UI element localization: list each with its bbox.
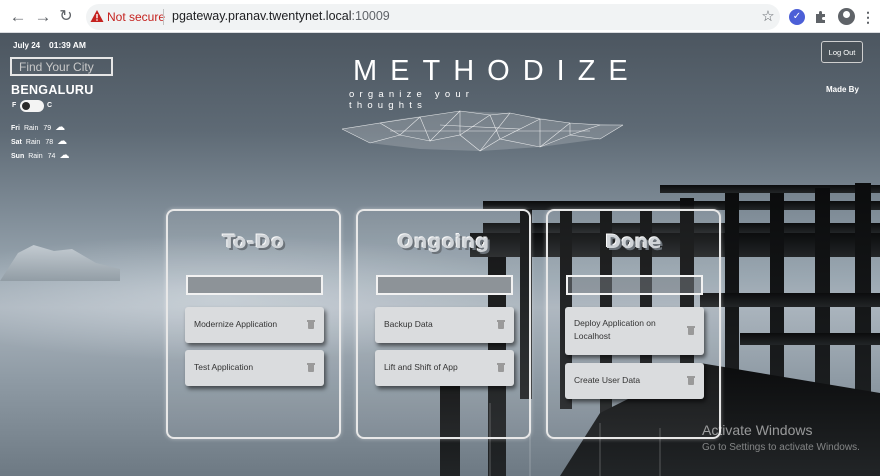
extension-icon[interactable]: ✓	[789, 9, 805, 25]
trash-icon[interactable]	[307, 363, 315, 372]
trash-icon[interactable]	[497, 363, 505, 372]
url-divider	[163, 9, 164, 25]
trash-icon[interactable]	[497, 320, 505, 329]
forecast-temp: 78	[45, 139, 54, 146]
unit-fahrenheit-label: F	[12, 102, 17, 109]
star-icon[interactable]: ☆	[758, 7, 778, 27]
rain-cloud-icon: ☁	[57, 136, 68, 147]
made-by-link[interactable]: Made By	[826, 85, 859, 94]
trash-icon[interactable]	[687, 326, 695, 335]
trash-icon[interactable]	[307, 320, 315, 329]
task-card[interactable]: Backup Data	[375, 307, 514, 343]
forecast-row-fri: Fri Rain 79 ☁	[11, 122, 66, 136]
temperature-unit-toggle[interactable]	[20, 100, 44, 112]
trash-icon[interactable]	[687, 376, 695, 385]
url-host: pgateway.pranav.twentynet.local	[172, 9, 352, 23]
forecast-day: Sun	[11, 153, 25, 160]
current-date: July 24	[13, 41, 41, 50]
puzzle-icon[interactable]	[814, 10, 828, 24]
done-column: Done Deploy Application on Localhost Cre…	[546, 209, 721, 439]
network-art-logo	[341, 110, 624, 152]
activate-windows-title: Activate Windows	[702, 422, 813, 438]
task-label: Modernize Application	[194, 319, 278, 329]
unit-celsius-label: C	[47, 102, 53, 109]
app-page: July 24 01:39 AM BENGALURU F C FriRain79…	[0, 33, 880, 476]
task-card[interactable]: Lift and Shift of App	[375, 350, 514, 386]
add-task-input[interactable]	[376, 275, 513, 295]
column-title: Done	[605, 231, 662, 253]
task-card[interactable]: Create User Data	[565, 363, 704, 399]
task-card[interactable]: Test Application	[185, 350, 324, 386]
forecast-day: Fri	[11, 125, 20, 132]
forecast-condition: Rain	[28, 153, 43, 160]
city-search-input[interactable]	[10, 57, 113, 76]
city-name: BENGALURU	[11, 83, 94, 97]
forward-arrow-icon[interactable]: →	[33, 7, 53, 27]
back-arrow-icon[interactable]: ←	[8, 7, 28, 27]
forecast-condition: Rain	[25, 139, 41, 146]
forecast-condition: Rain	[23, 125, 39, 132]
add-task-input[interactable]	[186, 275, 323, 295]
column-title: To-Do	[222, 231, 285, 253]
toggle-knob	[22, 102, 30, 110]
activate-windows-subtitle: Go to Settings to activate Windows.	[702, 442, 860, 453]
column-title: Ongoing	[397, 231, 490, 253]
forecast-temp: 74	[47, 153, 56, 160]
profile-icon[interactable]	[838, 8, 855, 25]
forecast-row-sat: Sat Rain 78 ☁	[11, 136, 68, 150]
reload-icon[interactable]: ↻	[56, 7, 76, 27]
task-label: Create User Data	[574, 375, 641, 385]
todo-column: To-Do Modernize Application Test Applica…	[166, 209, 341, 439]
ongoing-column: Ongoing Backup Data Lift and Shift of Ap…	[356, 209, 531, 439]
forecast-temp: 79	[43, 125, 52, 132]
url-text[interactable]: pgateway.pranav.twentynet.local:10009	[172, 9, 390, 23]
task-label: Deploy Application on Localhost	[574, 318, 656, 341]
forecast-day: Sat	[11, 139, 22, 146]
url-port: :10009	[351, 9, 390, 23]
add-task-input[interactable]	[566, 275, 703, 295]
task-card[interactable]: Deploy Application on Localhost	[565, 307, 704, 355]
browser-toolbar: ← → ↻ Not secure pgateway.pranav.twentyn…	[0, 0, 880, 33]
brand-title: METHODIZE	[353, 55, 641, 87]
task-label: Backup Data	[384, 319, 433, 329]
more-icon[interactable]: ⋮	[858, 7, 878, 27]
task-label: Lift and Shift of App	[384, 362, 458, 372]
warning-icon[interactable]	[90, 9, 104, 23]
not-secure-label[interactable]: Not secure	[107, 10, 165, 24]
forecast-row-sun: Sun Rain 74 ☁	[11, 150, 70, 164]
task-label: Test Application	[194, 362, 254, 372]
logout-button[interactable]: Log Out	[821, 41, 863, 63]
rain-cloud-icon: ☁	[55, 122, 66, 133]
rain-cloud-icon: ☁	[59, 150, 70, 161]
current-time: 01:39 AM	[49, 40, 87, 50]
task-card[interactable]: Modernize Application	[185, 307, 324, 343]
